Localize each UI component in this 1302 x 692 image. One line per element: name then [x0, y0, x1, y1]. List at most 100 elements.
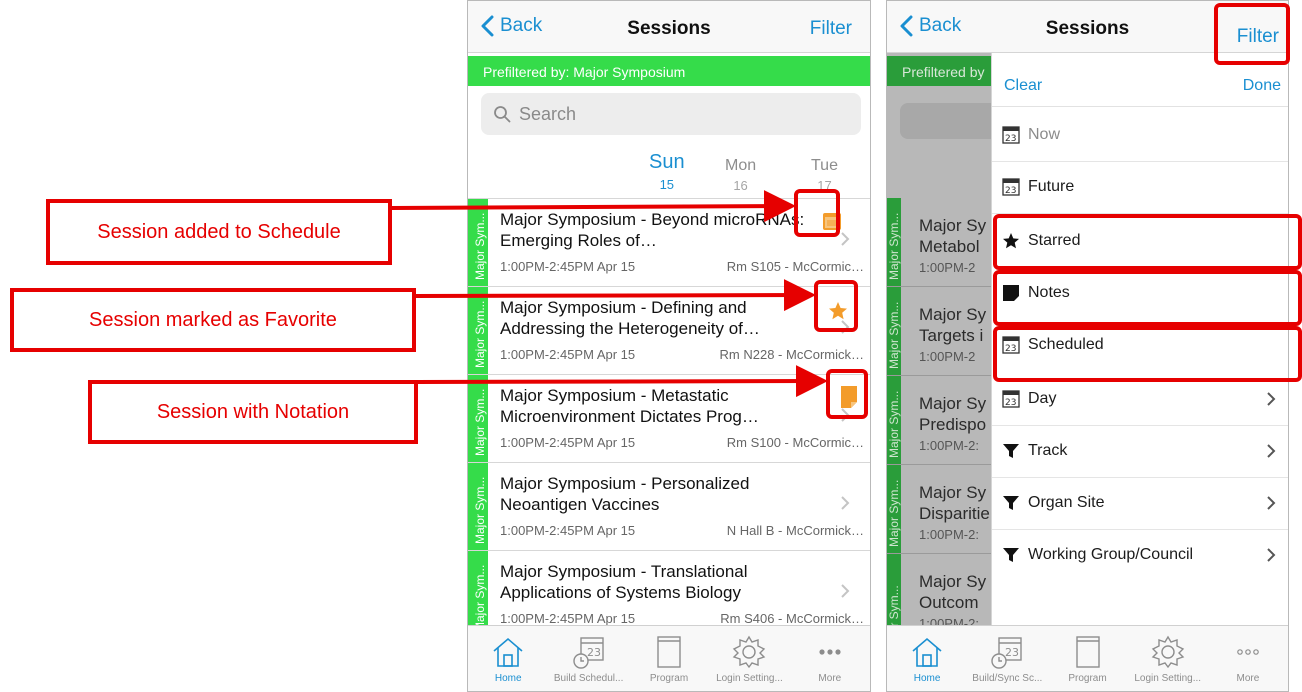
session-title: Major Sy Disparitie [919, 482, 990, 524]
session-row[interactable]: Major Sym... Major Symposium - Beyond mi… [468, 199, 870, 287]
tab-login-settings[interactable]: Login Setting... [709, 626, 789, 691]
filter-item-label: Day [1028, 390, 1057, 407]
filter-item-label: Scheduled [1028, 336, 1104, 353]
filter-item-starred[interactable]: Starred [992, 215, 1288, 267]
track-label: Major Sym... [887, 301, 901, 369]
prefilter-banner: Prefiltered by: Major Symposium [468, 56, 870, 86]
track-stripe: Major Sym... [468, 551, 488, 626]
filter-button[interactable]: Filter [810, 18, 852, 40]
session-row[interactable]: Major Sym... Major Symposium - Translati… [468, 551, 870, 626]
track-stripe: Major Sym... [468, 287, 488, 374]
day-number: 17 [817, 178, 832, 193]
calendar-clock-icon: 23 [991, 637, 1022, 669]
session-meta: 1:00PM-2:45PM Apr 15 Rm N228 - McCormick… [500, 347, 864, 362]
track-stripe: Major Sym... [468, 199, 488, 286]
svg-text:23: 23 [1005, 134, 1016, 144]
day-tab-sun[interactable]: Sun 15 [649, 151, 685, 192]
track-label: Major Sym... [473, 388, 487, 456]
annotation-schedule: Session added to Schedule [46, 199, 392, 265]
track-stripe: Major Sym... [887, 465, 901, 553]
filter-item-label: Working Group/Council [1028, 546, 1194, 563]
book-icon [657, 636, 681, 668]
session-time: 1:00PM-2:45PM Apr 15 [500, 347, 636, 362]
track-label: Major Sym... [887, 390, 901, 458]
filter-item-now[interactable]: 23 Now [992, 109, 1288, 161]
clear-button[interactable]: Clear [1004, 77, 1042, 95]
session-row[interactable]: Major Sym... Major Symposium - Metastati… [468, 375, 870, 463]
chevron-right-icon [841, 232, 850, 246]
chevron-right-icon [1267, 548, 1276, 562]
filter-item-track[interactable]: Track [992, 425, 1288, 477]
calendar-icon: 23 [1002, 126, 1020, 144]
tab-program[interactable]: Program [629, 626, 709, 691]
divider [992, 213, 1288, 214]
filter-item-organ-site[interactable]: Organ Site [992, 477, 1288, 529]
tab-build-schedule[interactable]: 23 Build Schedul... [548, 626, 628, 691]
filter-item-label: Future [1028, 178, 1075, 195]
tab-more[interactable]: More [790, 626, 870, 691]
title-line: Predispo [919, 415, 987, 434]
done-button[interactable]: Done [1243, 77, 1281, 95]
chevron-right-icon [841, 496, 850, 510]
session-row[interactable]: Major Sym... Major Symposium - Defining … [468, 287, 870, 375]
filter-item-day[interactable]: 23 Day [992, 373, 1288, 425]
svg-text:23: 23 [1005, 186, 1016, 196]
session-time: 1:00PM-2:45PM Apr 15 [500, 523, 636, 538]
title-line: Disparitie [919, 504, 990, 523]
home-icon [912, 637, 942, 667]
tab-program[interactable]: Program [1047, 626, 1127, 691]
day-tab-mon[interactable]: Mon 16 [725, 157, 756, 193]
calendar-icon: 23 [1002, 178, 1020, 196]
filter-item-notes[interactable]: Notes [992, 267, 1288, 319]
prefilter-banner: Prefiltered by [887, 56, 993, 86]
search-input[interactable]: Search [481, 93, 861, 135]
calendar-icon: 23 [1002, 390, 1020, 408]
chevron-right-icon [841, 320, 850, 334]
track-label: Major Sym... [473, 300, 487, 368]
tab-bar: Home 23 Build/Sync Sc... Program Login S… [887, 625, 1288, 691]
track-stripe: Major Sym... [468, 463, 488, 550]
filter-button[interactable]: Filter [1237, 26, 1279, 48]
day-tab-tue[interactable]: Tue 17 [811, 157, 838, 193]
search-icon [494, 106, 511, 123]
track-label: Major Sym... [887, 479, 901, 547]
session-title: Major Sy Predispo [919, 393, 986, 435]
calendar-icon: 23 [1002, 336, 1020, 354]
session-meta: 1:00PM-2:45PM Apr 15 N Hall B - McCormic… [500, 523, 864, 538]
day-name: Sun [649, 151, 685, 173]
session-meta: 1:00PM-2:45PM Apr 15 Rm S406 - McCormick… [500, 611, 864, 626]
chevron-right-icon [1267, 496, 1276, 510]
home-icon [493, 637, 523, 667]
track-stripe: Major Sym... [887, 287, 901, 375]
filter-item-scheduled[interactable]: 23 Scheduled [992, 319, 1288, 371]
svg-text:23: 23 [1005, 398, 1016, 408]
session-row[interactable]: Major Sym... Major Symposium - Personali… [468, 463, 870, 551]
session-title: Major Symposium - Personalized Neoantige… [500, 474, 750, 514]
track-stripe: jor Sym... [887, 554, 901, 627]
dimmed-session-list[interactable]: Prefiltered by Major Sym... Major Sy Meta… [887, 53, 993, 627]
session-time: 1:00PM-2:45PM Apr 15 [500, 435, 636, 450]
filter-item-label: Starred [1028, 232, 1081, 249]
search-input [900, 103, 993, 139]
day-number: 16 [733, 178, 748, 193]
tab-login-settings[interactable]: Login Setting... [1128, 626, 1208, 691]
tab-home[interactable]: Home [468, 626, 548, 691]
tab-label: Login Setting... [716, 673, 783, 684]
filter-item-working-group[interactable]: Working Group/Council [992, 529, 1288, 581]
more-dots-icon [819, 649, 841, 655]
tab-label: Program [649, 673, 689, 684]
page-title: Sessions [1045, 18, 1130, 39]
funnel-icon [1003, 444, 1019, 458]
tab-build-sync-schedule[interactable]: 23 Build/Sync Sc... [967, 626, 1047, 691]
day-name: Mon [725, 157, 757, 174]
session-room: N Hall B - McCormick… [726, 523, 864, 538]
session-time: 1:00PM-2:45PM Apr 15 [500, 611, 636, 626]
session-row: Major Sym... Major Sy Disparitie 1:00PM-2… [887, 465, 993, 554]
note-icon [1003, 285, 1019, 301]
tab-home[interactable]: Home [887, 626, 967, 691]
tab-more[interactable]: More [1208, 626, 1288, 691]
filter-item-future[interactable]: 23 Future [992, 161, 1288, 213]
gear-icon [733, 635, 766, 669]
filter-item-label: Track [1028, 442, 1068, 459]
session-title: Major Symposium - Metastatic Microenviro… [500, 386, 759, 426]
